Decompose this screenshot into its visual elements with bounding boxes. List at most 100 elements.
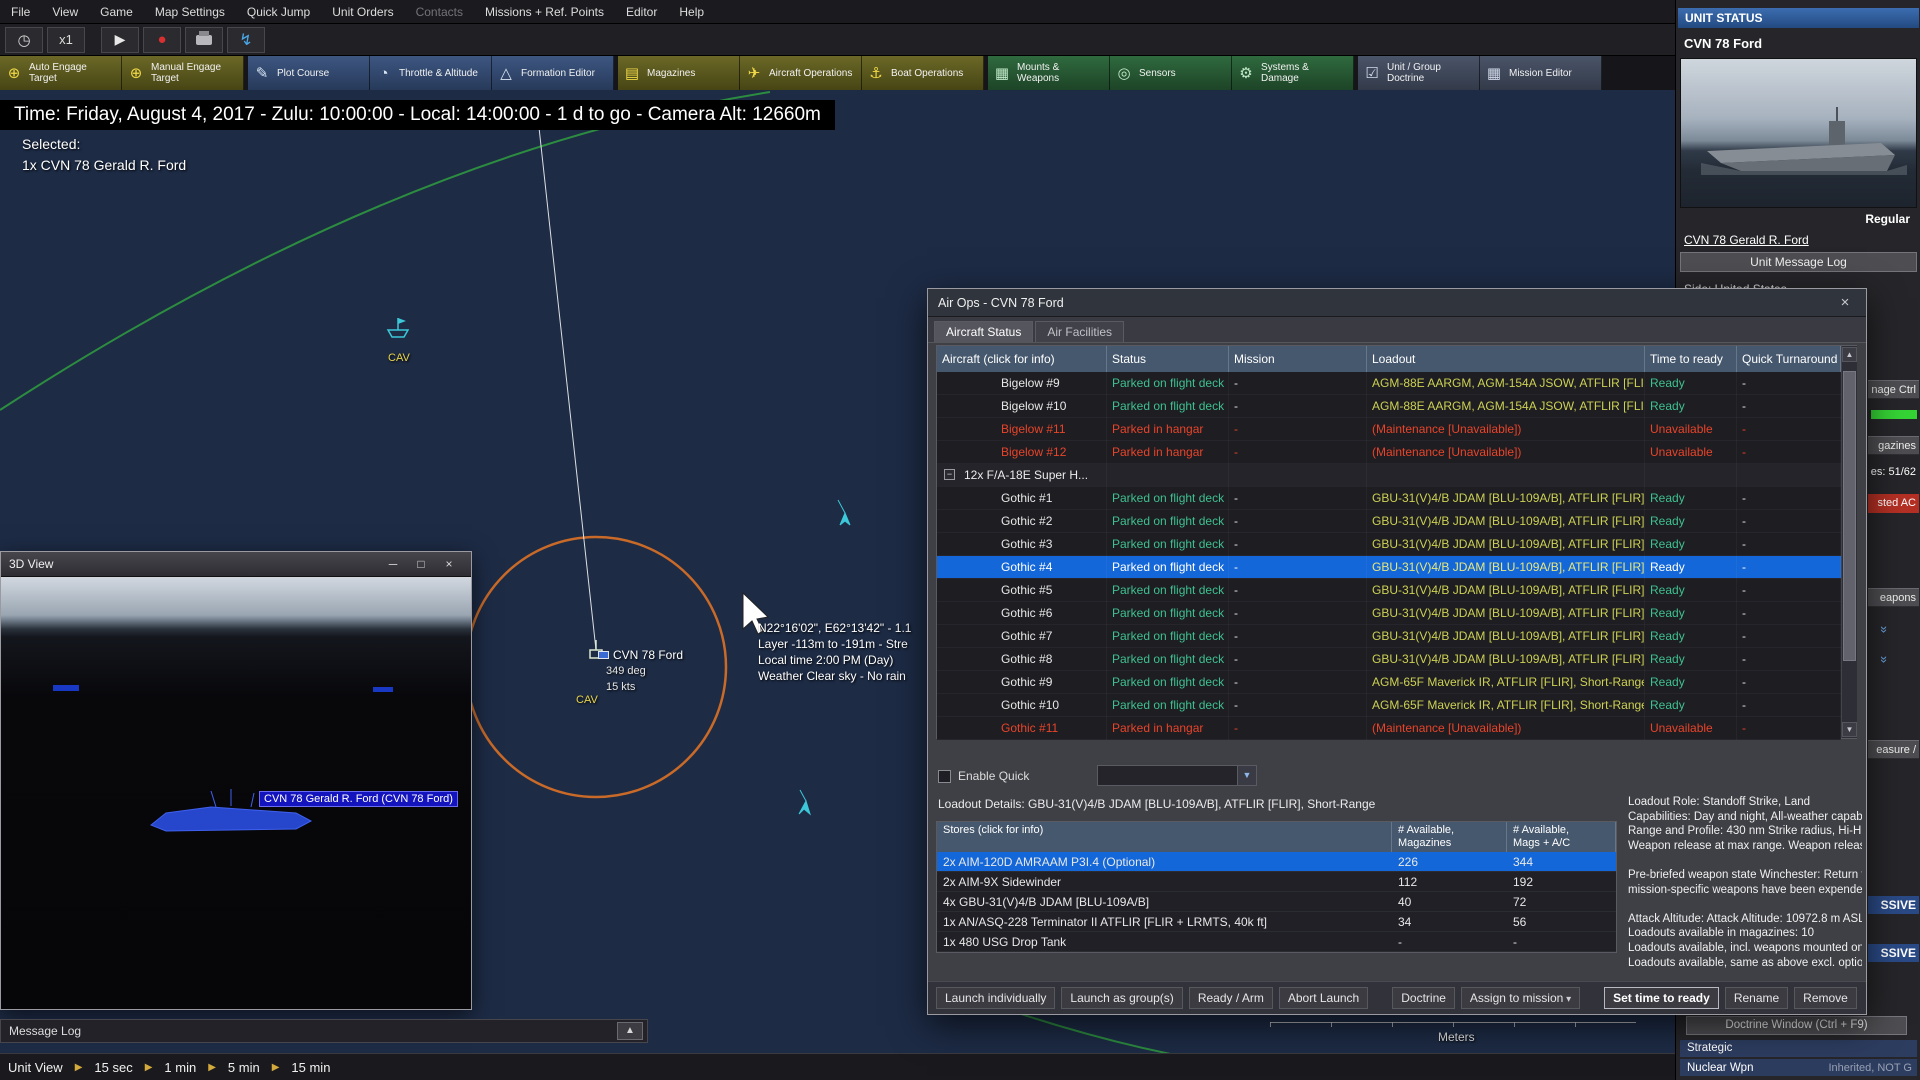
assign-to-mission-button[interactable]: Assign to mission ▾	[1460, 987, 1581, 1009]
menu-map-settings[interactable]: Map Settings	[144, 0, 236, 24]
aircraft-row[interactable]: Bigelow #10 Parked on flight deck - AGM-88E…	[937, 395, 1841, 418]
message-log-bar[interactable]: Message Log ▲	[0, 1019, 648, 1043]
store-row[interactable]: 2x AIM-9X Sidewinder 112 192	[937, 872, 1616, 892]
column-header-mission[interactable]: Mission	[1229, 346, 1367, 372]
aircraft-row[interactable]: Gothic #11 Parked in hangar - (Maintenance …	[937, 717, 1841, 740]
tab-air-facilities[interactable]: Air Facilities	[1035, 321, 1125, 342]
aircraft-symbol-1[interactable]	[837, 499, 851, 526]
quick-action-button[interactable]: ↯	[227, 26, 265, 53]
time-step-15-sec[interactable]: 15 sec	[94, 1060, 132, 1075]
air-ops-titlebar[interactable]: Air Ops - CVN 78 Ford ×	[928, 289, 1866, 317]
set-time-to-ready-button[interactable]: Set time to ready	[1604, 987, 1719, 1009]
aircraft-row[interactable]: Gothic #3 Parked on flight deck - GBU-31(V)…	[937, 533, 1841, 556]
column-header-status[interactable]: Status	[1107, 346, 1229, 372]
aircraft-row[interactable]: Gothic #5 Parked on flight deck - GBU-31(V)…	[937, 579, 1841, 602]
ribbon-mission-editor-button[interactable]: ▦ Mission Editor	[1480, 56, 1602, 90]
menu-contacts[interactable]: Contacts	[405, 0, 474, 24]
enable-quick-checkbox[interactable]	[938, 769, 951, 783]
emcon-passive-button-partial-2[interactable]: SSIVE	[1868, 944, 1919, 962]
tab-aircraft-status[interactable]: Aircraft Status	[934, 321, 1034, 342]
ribbon-plot-course-button[interactable]: ✎ Plot Course	[248, 56, 370, 90]
menu-file[interactable]: File	[0, 0, 41, 24]
aircraft-row[interactable]: Bigelow #11 Parked in hangar - (Maintenance…	[937, 418, 1841, 441]
ribbon-unit-group-doctrine-button[interactable]: ☑ Unit / Group Doctrine	[1358, 56, 1480, 90]
3d-view-window[interactable]: 3D View ─ □ × CVN 78 Gerald R. Ford (CVN…	[0, 551, 472, 1010]
launch-individually-button[interactable]: Launch individually	[936, 987, 1056, 1009]
scroll-up-icon[interactable]: ▲	[1842, 347, 1857, 362]
menu-view[interactable]: View	[41, 0, 89, 24]
aircraft-symbol-2[interactable]	[798, 789, 811, 816]
contact-symbol-cav[interactable]	[386, 318, 410, 338]
store-column-header[interactable]: Stores (click for info)	[937, 822, 1392, 852]
ribbon-formation-editor-button[interactable]: △ Formation Editor	[492, 56, 614, 90]
time-step-5-min[interactable]: 5 min	[228, 1060, 260, 1075]
3d-scene[interactable]: CVN 78 Gerald R. Ford (CVN 78 Ford)	[1, 577, 471, 1009]
column-header-time-to-ready[interactable]: Time to ready	[1645, 346, 1737, 372]
expand-chevron-icon[interactable]: »	[1877, 656, 1892, 663]
hosted-aircraft-button-partial[interactable]: sted AC	[1868, 494, 1919, 513]
ribbon-throttle-altitude-button[interactable]: ◔ Throttle & Altitude	[370, 56, 492, 90]
time-compression-button[interactable]: x1	[47, 26, 85, 53]
nuclear-weapon-row[interactable]: Nuclear Wpn Inherited, NOT G	[1680, 1059, 1917, 1076]
menu-unit-orders[interactable]: Unit Orders	[321, 0, 404, 24]
store-column-header[interactable]: # Available, Magazines	[1392, 822, 1507, 852]
scrollbar-thumb[interactable]	[1843, 371, 1856, 661]
store-row[interactable]: 4x GBU-31(V)4/B JDAM [BLU-109A/B] 40 72	[937, 892, 1616, 912]
aircraft-row[interactable]: Gothic #1 Parked on flight deck - GBU-31(V)…	[937, 487, 1841, 510]
maximize-button[interactable]: □	[407, 557, 435, 571]
air-ops-window[interactable]: Air Ops - CVN 78 Ford × Aircraft Status A…	[927, 288, 1867, 1015]
unit-database-link[interactable]: CVN 78 Gerald R. Ford	[1684, 233, 1809, 247]
store-column-header[interactable]: # Available, Mags + A/C	[1507, 822, 1616, 852]
countermeasure-button-partial[interactable]: easure /	[1868, 740, 1919, 759]
ribbon-mounts-weapons-button[interactable]: ▦ Mounts & Weapons	[988, 56, 1110, 90]
remove-button[interactable]: Remove	[1794, 987, 1857, 1009]
doctrine-window-button[interactable]: Doctrine Window (Ctrl + F9)	[1686, 1016, 1907, 1035]
game-clock-button[interactable]: ◷	[5, 26, 43, 53]
time-step-1-min[interactable]: 1 min	[164, 1060, 196, 1075]
weapons-button-partial[interactable]: eapons	[1868, 588, 1919, 607]
menu-help[interactable]: Help	[668, 0, 715, 24]
ribbon-aircraft-operations-button[interactable]: ✈ Aircraft Operations	[740, 56, 862, 90]
aircraft-row[interactable]: Gothic #8 Parked on flight deck - GBU-31(V)…	[937, 648, 1841, 671]
aircraft-row[interactable]: Gothic #10 Parked on flight deck - AGM-65F …	[937, 694, 1841, 717]
ribbon-systems-damage-button[interactable]: ⚙ Systems & Damage	[1232, 56, 1354, 90]
aircraft-row[interactable]: Bigelow #9 Parked on flight deck - AGM-88E …	[937, 372, 1841, 395]
rename-button[interactable]: Rename	[1724, 987, 1789, 1009]
store-row[interactable]: 1x AN/ASQ-228 Terminator II ATFLIR [FLIR…	[937, 912, 1616, 932]
collapse-expander-icon[interactable]: −	[944, 469, 955, 481]
doctrine-button[interactable]: Doctrine	[1392, 987, 1455, 1009]
ribbon-sensors-button[interactable]: ◎ Sensors	[1110, 56, 1232, 90]
menu-editor[interactable]: Editor	[615, 0, 668, 24]
emcon-passive-button-partial[interactable]: SSIVE	[1868, 896, 1919, 914]
aircraft-row[interactable]: Gothic #9 Parked on flight deck - AGM-65F M…	[937, 671, 1841, 694]
aircraft-row[interactable]: Gothic #4 Parked on flight deck - GBU-31(V)…	[937, 556, 1841, 579]
menu-game[interactable]: Game	[89, 0, 144, 24]
ready-arm-button[interactable]: Ready / Arm	[1188, 987, 1273, 1009]
abort-launch-button[interactable]: Abort Launch	[1278, 987, 1369, 1009]
column-header-quick-turnaround[interactable]: Quick Turnaround	[1737, 346, 1841, 372]
ribbon-boat-operations-button[interactable]: ⚓ Boat Operations	[862, 56, 984, 90]
ribbon-auto-engage-target-button[interactable]: ⊕ Auto Engage Target	[0, 56, 122, 90]
close-button[interactable]: ×	[435, 557, 463, 571]
strategic-row[interactable]: Strategic	[1680, 1040, 1917, 1057]
expand-message-log-button[interactable]: ▲	[617, 1022, 643, 1040]
aircraft-row[interactable]: Bigelow #12 Parked in hangar - (Maintenance…	[937, 441, 1841, 464]
magazines-button-partial[interactable]: gazines	[1868, 436, 1919, 455]
screenshot-button[interactable]	[185, 26, 223, 53]
aircraft-table-scrollbar[interactable]: ▲ ▼	[1841, 346, 1857, 738]
run-pause-button[interactable]: ▶	[101, 26, 139, 53]
quick-turnaround-dropdown[interactable]: ▼	[1097, 765, 1257, 786]
time-step-15-min[interactable]: 15 min	[291, 1060, 330, 1075]
aircraft-row[interactable]: Gothic #6 Parked on flight deck - GBU-31(V)…	[937, 602, 1841, 625]
store-row[interactable]: 2x AIM-120D AMRAAM P3I.4 (Optional) 226 34…	[937, 852, 1616, 872]
record-button[interactable]: ●	[143, 26, 181, 53]
ownship-map-label[interactable]: CVN 78 Ford	[598, 648, 683, 662]
menu-quick-jump[interactable]: Quick Jump	[236, 0, 321, 24]
ribbon-magazines-button[interactable]: ▤ Magazines	[618, 56, 740, 90]
chevron-down-icon[interactable]: ▼	[1237, 766, 1256, 785]
menu-missions-ref-points[interactable]: Missions + Ref. Points	[474, 0, 615, 24]
aircraft-row[interactable]: Gothic #2 Parked on flight deck - GBU-31(V)…	[937, 510, 1841, 533]
aircraft-row[interactable]: Gothic #7 Parked on flight deck - GBU-31(V)…	[937, 625, 1841, 648]
ribbon-manual-engage-target-button[interactable]: ⊕ Manual Engage Target	[122, 56, 244, 90]
3d-ship-label[interactable]: CVN 78 Gerald R. Ford (CVN 78 Ford)	[259, 791, 458, 807]
